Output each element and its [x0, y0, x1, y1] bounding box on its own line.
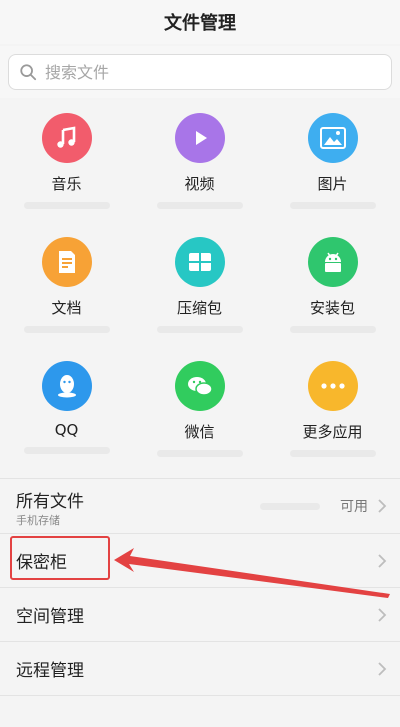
menu-item-label: 所有文件 — [16, 492, 84, 512]
category-label: 压缩包 — [176, 299, 222, 317]
blurred-info — [156, 202, 243, 209]
category-music[interactable]: 音乐 — [0, 100, 133, 224]
category-more-apps[interactable]: 更多应用 — [266, 348, 399, 472]
menu-item-label: 远程管理 — [16, 661, 84, 681]
category-archives[interactable]: 压缩包 — [133, 224, 266, 348]
menu-list: 所有文件 手机存储 可用 保密柜 空间管理 远程管理 — [0, 478, 400, 726]
document-icon — [41, 237, 92, 287]
blurred-info — [289, 450, 376, 457]
blurred-info — [156, 326, 243, 333]
menu-item-all-files[interactable]: 所有文件 手机存储 可用 — [0, 478, 400, 533]
wechat-icon — [174, 361, 225, 411]
blurred-info — [23, 202, 110, 209]
blurred-info — [23, 447, 110, 454]
category-documents[interactable]: 文档 — [0, 224, 133, 348]
annotation-highlight-box — [10, 536, 110, 580]
blurred-info — [23, 326, 110, 333]
category-apk[interactable]: 安装包 — [266, 224, 399, 348]
search-input[interactable] — [43, 61, 347, 83]
app-header: 文件管理 — [0, 0, 400, 44]
category-images[interactable]: 图片 — [266, 100, 399, 224]
category-label: 更多应用 — [302, 423, 363, 441]
blurred-info — [289, 202, 376, 209]
file-manager-screen: 文件管理 音乐 — [0, 0, 400, 727]
chevron-right-icon — [378, 499, 387, 513]
music-note-icon — [41, 113, 92, 163]
category-label: 图片 — [317, 175, 348, 193]
category-wechat[interactable]: 微信 — [133, 348, 266, 472]
menu-item-remote-management[interactable]: 远程管理 — [0, 641, 400, 695]
category-label: 音乐 — [51, 175, 82, 193]
category-video[interactable]: 视频 — [133, 100, 266, 224]
search-bar — [0, 46, 400, 98]
category-label: 文档 — [51, 299, 82, 317]
blurred-info — [156, 450, 243, 457]
page-title: 文件管理 — [164, 13, 236, 34]
archive-icon — [174, 237, 225, 287]
category-label: 安装包 — [309, 299, 355, 317]
qq-icon — [41, 361, 92, 411]
menu-item-subtitle: 手机存储 — [16, 514, 60, 527]
chevron-right-icon — [378, 607, 387, 622]
storage-available: 可用 — [340, 499, 368, 515]
blurred-info — [289, 326, 376, 333]
category-grid: 音乐 视频 图片 文档 压缩包 安装包 QQ 微信 更多应用 — [0, 100, 400, 476]
more-icon — [307, 361, 358, 411]
annotation-arrow-icon — [114, 548, 390, 598]
image-icon — [307, 113, 358, 163]
category-qq[interactable]: QQ — [0, 348, 133, 472]
search-box[interactable] — [8, 54, 392, 90]
play-icon — [174, 113, 225, 163]
chevron-right-icon — [378, 661, 387, 676]
list-bottom — [0, 695, 400, 726]
menu-item-label: 空间管理 — [16, 607, 84, 627]
blurred-info — [260, 502, 320, 510]
category-label: 微信 — [184, 423, 215, 441]
search-icon — [20, 64, 37, 81]
category-label: QQ — [54, 421, 79, 439]
android-icon — [307, 237, 358, 287]
category-label: 视频 — [184, 175, 215, 193]
